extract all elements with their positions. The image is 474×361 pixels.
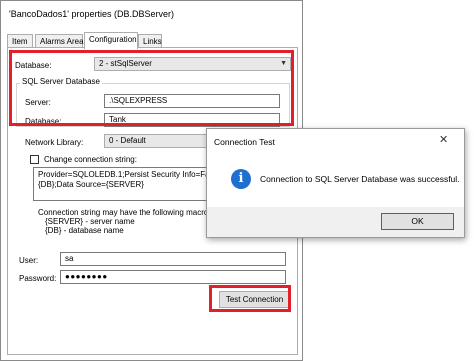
macros-info-text: Connection string may have the following… (38, 208, 215, 217)
dialog-title: Connection Test (214, 137, 275, 147)
password-label: Password: (19, 274, 57, 283)
connection-test-dialog: Connection Test ✕ i Connection to SQL Se… (206, 128, 465, 238)
window-title: 'BancoDados1' properties (DB.DBServer) (9, 9, 175, 19)
dialog-message: Connection to SQL Server Database was su… (260, 174, 460, 184)
change-connection-label: Change connection string: (44, 155, 137, 164)
tab-links[interactable]: Links (138, 34, 162, 48)
password-input[interactable]: ●●●●●●●● (60, 270, 286, 284)
tab-item[interactable]: Item (7, 34, 33, 48)
tab-alarms-area[interactable]: Alarms Area (35, 34, 84, 48)
tab-configuration[interactable]: Configuration (84, 32, 138, 49)
database-settings-highlight (9, 50, 294, 126)
network-library-value: 0 - Default (109, 136, 146, 145)
user-input[interactable]: sa (60, 252, 286, 266)
title-bar: 'BancoDados1' properties (DB.DBServer) (1, 1, 302, 27)
user-label: User: (19, 256, 39, 265)
close-icon[interactable]: ✕ (439, 133, 448, 146)
test-connection-highlight (209, 285, 291, 312)
ok-button[interactable]: OK (381, 213, 454, 230)
macro-server-text: {SERVER} - server name (45, 217, 135, 226)
info-icon: i (231, 169, 251, 189)
macro-db-text: {DB} - database name (45, 226, 124, 235)
change-connection-checkbox[interactable] (30, 155, 39, 164)
network-library-label: Network Library: (25, 138, 84, 147)
